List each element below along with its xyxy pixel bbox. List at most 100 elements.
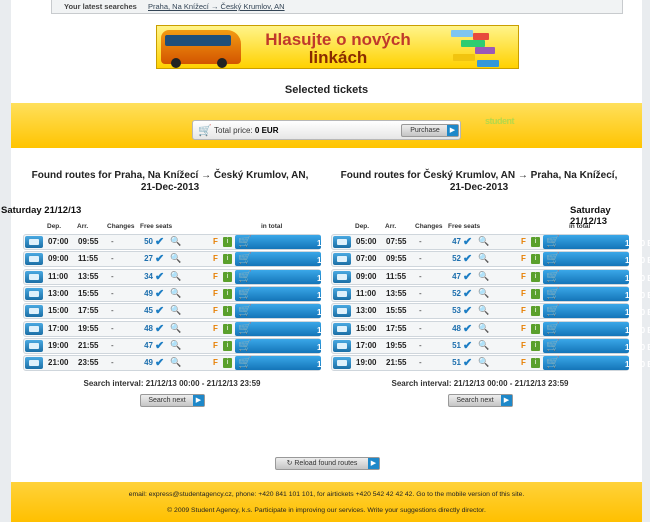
fare-icon[interactable]: F xyxy=(521,341,529,351)
changes-count: - xyxy=(111,323,114,333)
promo-banner[interactable]: Hlasujte o nových linkách xyxy=(156,25,519,69)
buy-price-button[interactable]: 🛒13.50 EUR xyxy=(235,338,356,353)
buy-price-button[interactable]: 🛒13.50 EUR xyxy=(235,321,356,336)
arrow-right-icon: ▶ xyxy=(193,395,204,406)
magnifier-icon[interactable]: 🔍 xyxy=(170,357,181,368)
magnifier-icon[interactable]: 🔍 xyxy=(170,271,181,282)
route-row[interactable]: 13:00 15:55 - 49✔ 🔍 Fi🛒13.50 EUR xyxy=(23,285,356,302)
fare-icon[interactable]: F xyxy=(213,272,221,282)
buy-price-button[interactable]: 🛒13.50 EUR xyxy=(543,235,650,249)
route-row[interactable]: 07:00 09:55 - 50✔ 🔍 Fi🛒13.50 EUR xyxy=(23,234,356,250)
latest-searches-bar: Your latest searches Praha, Na Knížecí →… xyxy=(51,0,623,14)
route-row[interactable]: 19:00 21:55 - 51✔ 🔍 Fi🛒13.50 EUR xyxy=(331,355,650,372)
info-icon[interactable]: i xyxy=(531,323,540,334)
route-row[interactable]: 11:00 13:55 - 52✔ 🔍 Fi🛒13.50 EUR xyxy=(331,285,650,302)
info-icon[interactable]: i xyxy=(223,271,232,282)
free-seats: 51 xyxy=(452,340,461,350)
bus-icon xyxy=(25,322,43,335)
check-icon: ✔ xyxy=(463,339,473,352)
buy-price-button[interactable]: 🛒13.50 EUR xyxy=(543,286,650,301)
info-icon[interactable]: i xyxy=(223,288,232,299)
fare-icon[interactable]: F xyxy=(521,272,529,282)
fare-icon[interactable]: F xyxy=(521,306,529,316)
buy-price-button[interactable]: 🛒13.50 EUR xyxy=(235,235,356,249)
magnifier-icon[interactable]: 🔍 xyxy=(478,340,489,351)
fare-icon[interactable]: F xyxy=(521,237,529,247)
buy-price-button[interactable]: 🛒13.50 EUR xyxy=(543,321,650,336)
fare-icon[interactable]: F xyxy=(521,358,529,368)
magnifier-icon[interactable]: 🔍 xyxy=(170,253,181,264)
route-row[interactable]: 15:00 17:55 - 48✔ 🔍 Fi🛒13.50 EUR xyxy=(331,320,650,337)
magnifier-icon[interactable]: 🔍 xyxy=(478,357,489,368)
info-icon[interactable]: i xyxy=(223,358,232,369)
fare-icon[interactable]: F xyxy=(521,289,529,299)
route-row[interactable]: 07:00 09:55 - 52✔ 🔍 Fi🛒13.50 EUR xyxy=(331,251,650,268)
magnifier-icon[interactable]: 🔍 xyxy=(478,323,489,334)
magnifier-icon[interactable]: 🔍 xyxy=(478,288,489,299)
magnifier-icon[interactable]: 🔍 xyxy=(170,288,181,299)
fare-icon[interactable]: F xyxy=(521,254,529,264)
magnifier-icon[interactable]: 🔍 xyxy=(478,271,489,282)
route-row[interactable]: 09:00 11:55 - 47✔ 🔍 Fi🛒13.50 EUR xyxy=(331,268,650,285)
fare-icon[interactable]: F xyxy=(213,237,221,247)
selected-tickets-title: Selected tickets xyxy=(284,84,369,96)
bus-icon xyxy=(25,236,43,248)
buy-price-button[interactable]: 🛒13.50 EUR xyxy=(543,356,650,371)
info-icon[interactable]: i xyxy=(531,340,540,351)
magnifier-icon[interactable]: 🔍 xyxy=(478,236,489,247)
route-row[interactable]: 17:00 19:55 - 48✔ 🔍 Fi🛒13.50 EUR xyxy=(23,320,356,337)
magnifier-icon[interactable]: 🔍 xyxy=(170,340,181,351)
route-row[interactable]: 09:00 11:55 - 27✔ 🔍 Fi🛒13.50 EUR xyxy=(23,251,356,268)
fare-icon[interactable]: F xyxy=(521,324,529,334)
purchase-button[interactable]: Purchase ▶ xyxy=(401,124,459,137)
check-icon: ✔ xyxy=(155,305,165,318)
latest-search-link[interactable]: Praha, Na Knížecí → Český Krumlov, AN xyxy=(148,2,285,11)
buy-price-button[interactable]: 🛒13.50 EUR xyxy=(235,252,356,267)
departure-time: 09:00 xyxy=(48,254,69,264)
free-seats: 48 xyxy=(144,323,153,333)
info-icon[interactable]: i xyxy=(531,254,540,265)
magnifier-icon[interactable]: 🔍 xyxy=(170,305,181,316)
right-search-next-button[interactable]: Search next ▶ xyxy=(448,394,513,407)
buy-price-button[interactable]: 🛒13.50 EUR xyxy=(235,269,356,284)
fare-icon[interactable]: F xyxy=(213,324,221,334)
route-row[interactable]: 19:00 21:55 - 47✔ 🔍 Fi🛒13.50 EUR xyxy=(23,337,356,354)
info-icon[interactable]: i xyxy=(223,254,232,265)
route-row[interactable]: 13:00 15:55 - 53✔ 🔍 Fi🛒13.50 EUR xyxy=(331,303,650,320)
buy-price-button[interactable]: 🛒13.50 EUR xyxy=(235,304,356,319)
info-icon[interactable]: i xyxy=(531,358,540,369)
route-row[interactable]: 17:00 19:55 - 51✔ 🔍 Fi🛒13.50 EUR xyxy=(331,337,650,354)
fare-icon[interactable]: F xyxy=(213,358,221,368)
fare-icon[interactable]: F xyxy=(213,254,221,264)
info-icon[interactable]: i xyxy=(223,340,232,351)
buy-price-button[interactable]: 🛒13.50 EUR xyxy=(543,269,650,284)
buy-price-button[interactable]: 🛒13.50 EUR xyxy=(235,286,356,301)
route-row[interactable]: 15:00 17:55 - 45✔ 🔍 Fi🛒13.50 EUR xyxy=(23,303,356,320)
fare-icon[interactable]: F xyxy=(213,306,221,316)
fare-icon[interactable]: F xyxy=(213,289,221,299)
arrow-right-icon: ▶ xyxy=(447,125,458,136)
info-icon[interactable]: i xyxy=(223,237,232,247)
route-row[interactable]: 05:00 07:55 - 47✔ 🔍 Fi🛒13.50 EUR xyxy=(331,234,650,250)
arrival-time: 13:55 xyxy=(386,288,407,298)
left-search-next-button[interactable]: Search next ▶ xyxy=(140,394,205,407)
fare-icon[interactable]: F xyxy=(213,341,221,351)
magnifier-icon[interactable]: 🔍 xyxy=(170,236,181,247)
changes-count: - xyxy=(111,306,114,316)
route-row[interactable]: 11:00 13:55 - 34✔ 🔍 Fi🛒13.50 EUR xyxy=(23,268,356,285)
info-icon[interactable]: i xyxy=(223,323,232,334)
reload-routes-button[interactable]: ↻ Reload found routes ▶ xyxy=(275,457,380,470)
buy-price-button[interactable]: 🛒13.50 EUR xyxy=(235,356,356,371)
magnifier-icon[interactable]: 🔍 xyxy=(170,323,181,334)
info-icon[interactable]: i xyxy=(223,306,232,317)
magnifier-icon[interactable]: 🔍 xyxy=(478,305,489,316)
buy-price-button[interactable]: 🛒13.50 EUR xyxy=(543,338,650,353)
buy-price-button[interactable]: 🛒13.50 EUR xyxy=(543,252,650,267)
magnifier-icon[interactable]: 🔍 xyxy=(478,253,489,264)
route-row[interactable]: 21:00 23:55 - 49✔ 🔍 Fi🛒13.50 EUR xyxy=(23,355,356,372)
info-icon[interactable]: i xyxy=(531,237,540,247)
info-icon[interactable]: i xyxy=(531,288,540,299)
info-icon[interactable]: i xyxy=(531,306,540,317)
info-icon[interactable]: i xyxy=(531,271,540,282)
buy-price-button[interactable]: 🛒13.50 EUR xyxy=(543,304,650,319)
